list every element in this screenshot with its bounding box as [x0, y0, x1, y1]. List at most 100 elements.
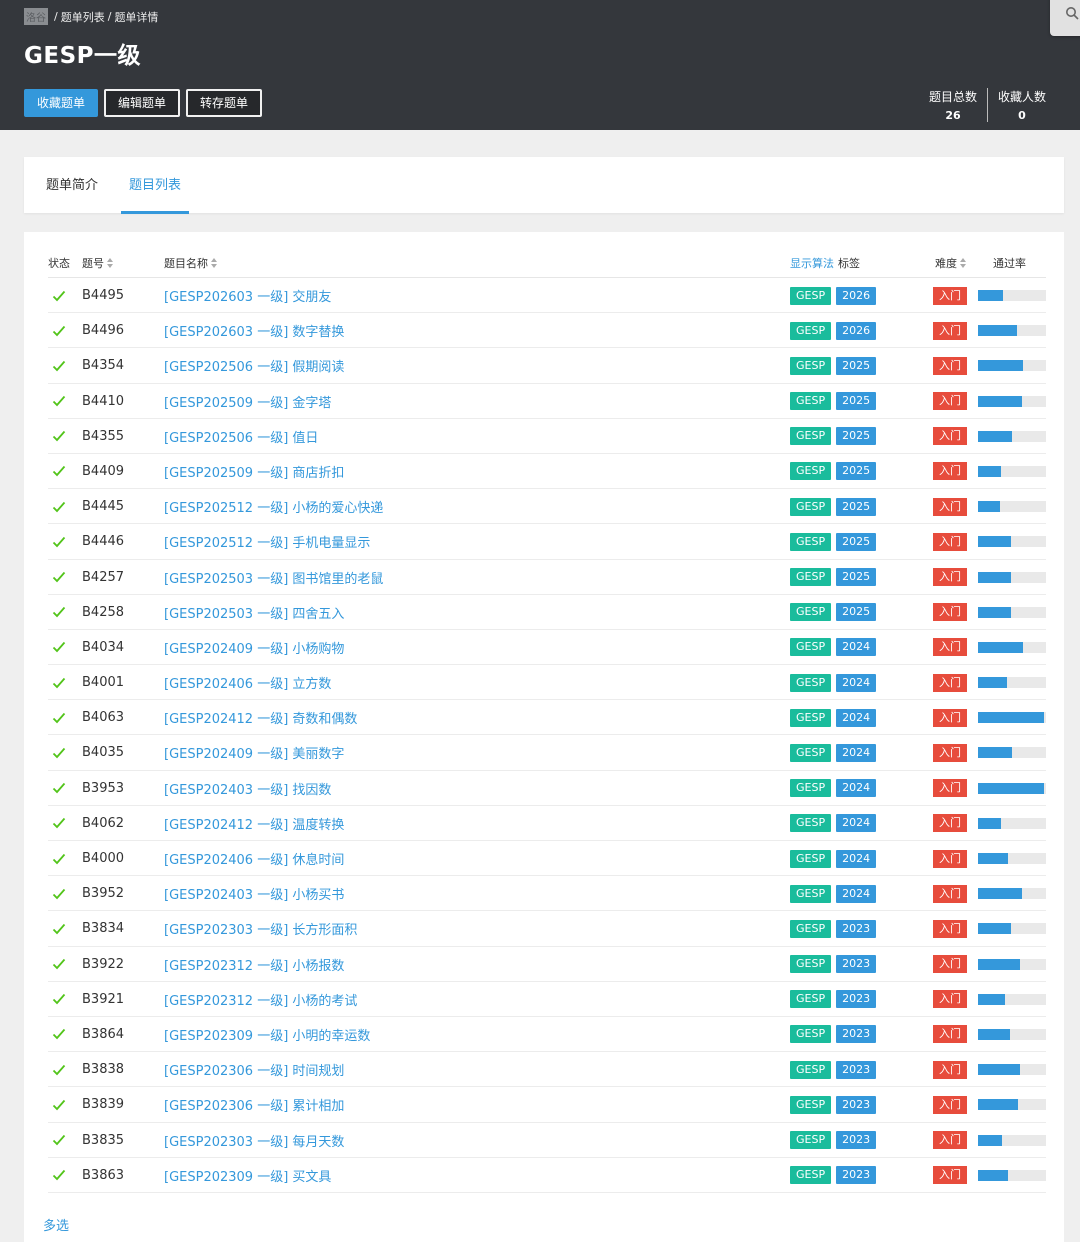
tag-gesp[interactable]: GESP: [790, 1131, 832, 1149]
problem-title-link[interactable]: [GESP202412 一级] 奇数和偶数: [164, 700, 357, 735]
problem-title-link[interactable]: [GESP202306 一级] 时间规划: [164, 1052, 344, 1087]
problem-title-link[interactable]: [GESP202509 一级] 商店折扣: [164, 454, 344, 489]
problem-id[interactable]: B4496: [82, 313, 124, 348]
tag-gesp[interactable]: GESP: [790, 568, 832, 586]
tag-gesp[interactable]: GESP: [790, 286, 832, 305]
tag-gesp[interactable]: GESP: [790, 427, 832, 446]
problem-title-link[interactable]: [GESP202406 一级] 休息时间: [164, 841, 344, 876]
sort-icon[interactable]: [107, 258, 114, 268]
problem-title-link[interactable]: [GESP202603 一级] 数字替换: [164, 313, 344, 348]
tag-year[interactable]: 2024: [836, 708, 877, 727]
problem-id[interactable]: B3921: [82, 982, 124, 1017]
breadcrumb-list[interactable]: 题单列表: [61, 9, 105, 25]
show-algorithm-link[interactable]: 显示算法: [790, 255, 834, 271]
problem-title-link[interactable]: [GESP202309 一级] 小明的幸运数: [164, 1017, 370, 1052]
problem-id[interactable]: B3838: [82, 1052, 124, 1087]
tag-gesp[interactable]: GESP: [790, 638, 832, 657]
tag-year[interactable]: 2026: [836, 321, 877, 340]
tag-gesp[interactable]: GESP: [790, 1095, 832, 1114]
tag-year[interactable]: 2023: [836, 990, 877, 1009]
tag-gesp[interactable]: GESP: [790, 990, 832, 1009]
header-difficulty[interactable]: 难度: [935, 255, 967, 271]
tag-year[interactable]: 2023: [836, 919, 877, 938]
tag-year[interactable]: 2024: [836, 743, 877, 762]
problem-id[interactable]: B3922: [82, 947, 124, 982]
tag-gesp[interactable]: GESP: [790, 532, 832, 551]
tag-gesp[interactable]: GESP: [790, 1166, 832, 1185]
problem-title-link[interactable]: [GESP202303 一级] 每月天数: [164, 1123, 344, 1158]
problem-title-link[interactable]: [GESP202409 一级] 小杨购物: [164, 630, 344, 665]
tag-year[interactable]: 2023: [836, 955, 877, 974]
problem-title-link[interactable]: [GESP202409 一级] 美丽数字: [164, 735, 344, 770]
tag-year[interactable]: 2023: [836, 1166, 877, 1185]
tab-problem-list[interactable]: 题目列表: [121, 157, 190, 214]
problem-id[interactable]: B3864: [82, 1017, 124, 1052]
tab-intro[interactable]: 题单简介: [38, 157, 106, 213]
problem-id[interactable]: B4258: [82, 595, 124, 630]
problem-title-link[interactable]: [GESP202503 一级] 图书馆里的老鼠: [164, 560, 383, 595]
tag-year[interactable]: 2024: [836, 779, 877, 798]
problem-id[interactable]: B4257: [82, 560, 124, 595]
problem-id[interactable]: B3953: [82, 771, 124, 806]
tag-year[interactable]: 2024: [836, 814, 877, 833]
problem-title-link[interactable]: [GESP202503 一级] 四舍五入: [164, 595, 344, 630]
tag-gesp[interactable]: GESP: [790, 708, 832, 727]
tag-gesp[interactable]: GESP: [790, 814, 832, 833]
tag-gesp[interactable]: GESP: [790, 321, 832, 340]
problem-id[interactable]: B4354: [82, 348, 124, 383]
problem-title-link[interactable]: [GESP202306 一级] 累计相加: [164, 1087, 344, 1122]
tag-year[interactable]: 2024: [836, 638, 877, 657]
problem-id[interactable]: B4000: [82, 841, 124, 876]
problem-id[interactable]: B4062: [82, 806, 124, 841]
problem-title-link[interactable]: [GESP202512 一级] 小杨的爱心快递: [164, 489, 383, 524]
tag-gesp[interactable]: GESP: [790, 919, 832, 938]
tag-gesp[interactable]: GESP: [790, 673, 832, 692]
sort-icon[interactable]: [960, 258, 967, 268]
tag-year[interactable]: 2025: [836, 427, 877, 446]
problem-id[interactable]: B3839: [82, 1087, 124, 1122]
tag-gesp[interactable]: GESP: [790, 1060, 832, 1079]
search-button[interactable]: [1050, 0, 1080, 36]
tag-year[interactable]: 2023: [836, 1131, 877, 1149]
tag-gesp[interactable]: GESP: [790, 743, 832, 762]
sort-icon[interactable]: [211, 258, 218, 268]
tag-gesp[interactable]: GESP: [790, 497, 832, 516]
tag-year[interactable]: 2024: [836, 673, 877, 692]
tag-gesp[interactable]: GESP: [790, 392, 832, 411]
problem-id[interactable]: B4410: [82, 384, 124, 419]
tag-year[interactable]: 2024: [836, 884, 877, 903]
problem-id[interactable]: B3835: [82, 1123, 124, 1158]
tag-year[interactable]: 2023: [836, 1025, 877, 1044]
problem-title-link[interactable]: [GESP202406 一级] 立方数: [164, 665, 331, 700]
header-name[interactable]: 题目名称: [164, 255, 218, 271]
multi-select-link[interactable]: 多选: [43, 1215, 69, 1234]
tag-year[interactable]: 2023: [836, 1060, 877, 1079]
problem-title-link[interactable]: [GESP202312 一级] 小杨报数: [164, 947, 344, 982]
problem-title-link[interactable]: [GESP202512 一级] 手机电量显示: [164, 524, 370, 559]
tag-gesp[interactable]: GESP: [790, 603, 832, 622]
tag-gesp[interactable]: GESP: [790, 356, 832, 375]
problem-title-link[interactable]: [GESP202506 一级] 假期阅读: [164, 348, 344, 383]
problem-title-link[interactable]: [GESP202506 一级] 值日: [164, 419, 318, 454]
problem-id[interactable]: B4409: [82, 454, 124, 489]
problem-title-link[interactable]: [GESP202403 一级] 小杨买书: [164, 876, 344, 911]
problem-title-link[interactable]: [GESP202403 一级] 找因数: [164, 771, 331, 806]
tag-gesp[interactable]: GESP: [790, 955, 832, 974]
save-copy-button[interactable]: 转存题单: [186, 89, 263, 117]
tag-gesp[interactable]: GESP: [790, 462, 832, 481]
tag-year[interactable]: 2024: [836, 849, 877, 868]
tag-year[interactable]: 2025: [836, 392, 877, 411]
tag-year[interactable]: 2025: [836, 568, 877, 586]
tag-year[interactable]: 2025: [836, 603, 877, 622]
problem-id[interactable]: B3952: [82, 876, 124, 911]
problem-id[interactable]: B3834: [82, 911, 124, 946]
problem-title-link[interactable]: [GESP202603 一级] 交朋友: [164, 278, 331, 313]
problem-id[interactable]: B4034: [82, 630, 124, 665]
breadcrumb-home[interactable]: 洛谷: [24, 8, 48, 25]
tag-year[interactable]: 2023: [836, 1095, 877, 1114]
problem-id[interactable]: B4355: [82, 419, 124, 454]
problem-title-link[interactable]: [GESP202509 一级] 金字塔: [164, 384, 331, 419]
problem-id[interactable]: B4063: [82, 700, 124, 735]
tag-year[interactable]: 2025: [836, 356, 877, 375]
tag-year[interactable]: 2025: [836, 532, 877, 551]
